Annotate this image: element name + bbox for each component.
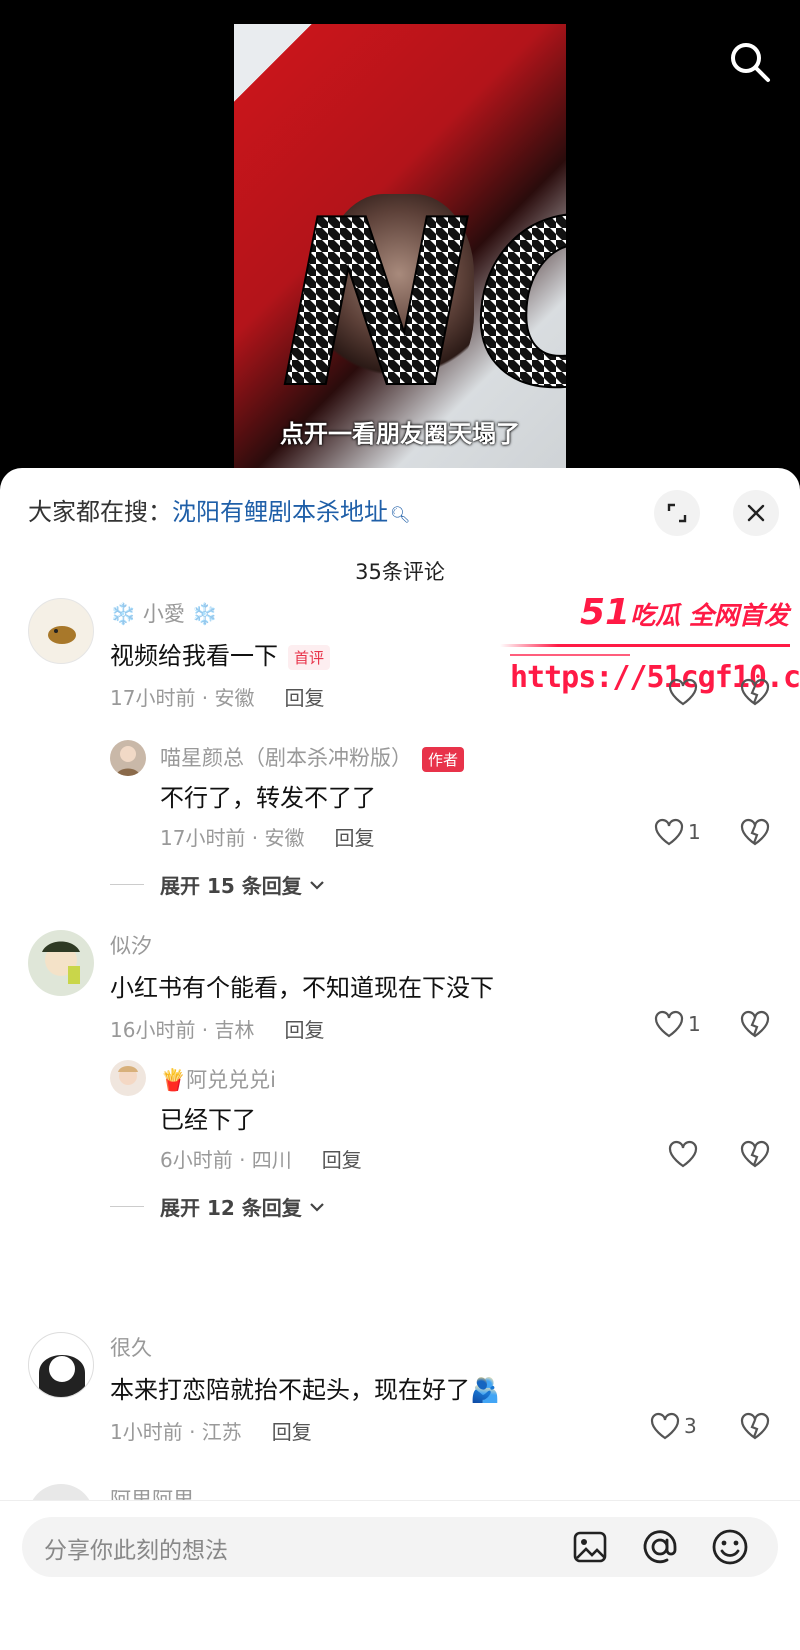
comment-meta: 17小时前 · 安徽 回复 [110, 686, 325, 710]
avatar[interactable] [28, 1332, 94, 1398]
expand-replies-button[interactable]: 展开 15 条回复 [110, 870, 326, 899]
search-small-icon: 🔍︎ [390, 505, 411, 524]
reply-link[interactable]: 回复 [285, 686, 325, 710]
hot-search-bar[interactable]: 大家都在搜： 沈阳有鲤剧本杀地址 🔍︎ [28, 492, 410, 527]
reply-text: 不行了，转发不了了 [160, 784, 376, 812]
comment-username[interactable]: 很久 [110, 1332, 152, 1362]
comment-text: 本来打恋陪就抬不起头，现在好了🫂 [110, 1376, 500, 1404]
reply-username[interactable]: 喵星颜总（剧本杀冲粉版） 作者 [160, 742, 465, 772]
heart-icon [668, 678, 698, 706]
chevron-down-icon [309, 880, 324, 890]
like-count: 1 [688, 820, 701, 844]
comment-text: 视频给我看一下 首评 [110, 636, 331, 671]
comment-count: 35条评论 [355, 560, 445, 584]
dislike-icon[interactable] [740, 678, 770, 706]
watermark-divider-2 [510, 654, 630, 656]
like-button[interactable]: 1 [654, 818, 701, 846]
no-overlay-graphic: NO [279, 171, 566, 440]
comment-username[interactable]: 似汐 [110, 930, 152, 960]
like-count: 3 [684, 1414, 697, 1438]
reply-avatar[interactable] [110, 1060, 146, 1096]
reply-link[interactable]: 回复 [322, 1148, 362, 1172]
video-player[interactable]: NO 点开一看朋友圈天塌了 [234, 24, 566, 470]
avatar[interactable] [28, 930, 94, 996]
expand-replies-button[interactable]: 展开 12 条回复 [110, 1192, 326, 1221]
reply-meta: 17小时前 · 安徽 回复 [160, 826, 375, 850]
expand-button[interactable] [654, 490, 700, 536]
reply-link[interactable]: 回复 [272, 1420, 312, 1444]
heart-icon [654, 1010, 684, 1038]
reply-link[interactable]: 回复 [335, 826, 375, 850]
heart-icon [650, 1412, 680, 1440]
close-button[interactable] [733, 490, 779, 536]
dislike-icon[interactable] [740, 1412, 770, 1440]
like-count: 1 [688, 1012, 701, 1036]
comment-meta: 1小时前 · 江苏 回复 [110, 1420, 312, 1444]
avatar[interactable] [28, 598, 94, 664]
reply-username[interactable]: 🍟阿兑兑兑i [160, 1064, 276, 1094]
expand-icon [667, 503, 687, 523]
divider [110, 884, 144, 885]
comment-input-placeholder: 分享你此刻的想法 [44, 1538, 228, 1564]
close-icon [747, 504, 765, 522]
comment-username[interactable]: ❄️ 小愛 ❄️ [110, 598, 218, 628]
like-button[interactable] [668, 678, 702, 706]
author-badge: 作者 [422, 746, 465, 772]
comment-meta: 16小时前 · 吉林 回复 [110, 1018, 325, 1042]
comment-input[interactable]: 分享你此刻的想法 [22, 1517, 778, 1577]
like-button[interactable] [668, 1140, 702, 1168]
dislike-icon[interactable] [740, 1140, 770, 1168]
like-button[interactable]: 1 [654, 1010, 701, 1038]
image-icon[interactable] [570, 1527, 610, 1567]
watermark-divider [500, 644, 790, 647]
divider [110, 1206, 144, 1207]
dislike-icon[interactable] [740, 1010, 770, 1038]
comment-input-bar: 分享你此刻的想法 [0, 1500, 800, 1650]
reply-meta: 6小时前 · 四川 回复 [160, 1148, 362, 1172]
heart-icon [654, 818, 684, 846]
hot-search-link[interactable]: 沈阳有鲤剧本杀地址 [172, 492, 388, 527]
mention-icon[interactable] [640, 1527, 680, 1567]
hot-search-label: 大家都在搜： [28, 498, 172, 526]
like-button[interactable]: 3 [650, 1412, 697, 1440]
chevron-down-icon [309, 1202, 324, 1212]
no-text: NO [280, 172, 566, 439]
heart-icon [668, 1140, 698, 1168]
video-caption: 点开一看朋友圈天塌了 [280, 420, 520, 448]
first-comment-badge: 首评 [288, 644, 331, 670]
dislike-icon[interactable] [740, 818, 770, 846]
reply-text: 已经下了 [160, 1106, 256, 1134]
search-icon[interactable] [728, 40, 772, 84]
comment-text: 小红书有个能看，不知道现在下没下 [110, 974, 494, 1002]
reply-link[interactable]: 回复 [285, 1018, 325, 1042]
reply-avatar[interactable] [110, 740, 146, 776]
emoji-icon[interactable] [710, 1527, 750, 1567]
comment-sheet: 大家都在搜： 沈阳有鲤剧本杀地址 🔍︎ 35条评论 51吃瓜 全网首发 http… [0, 468, 800, 1650]
watermark-line1: 51吃瓜 全网首发 [580, 592, 789, 633]
screen: NO 点开一看朋友圈天塌了 大家都在搜： 沈阳有鲤剧本杀地址 🔍︎ 35条评论 … [0, 0, 800, 1650]
